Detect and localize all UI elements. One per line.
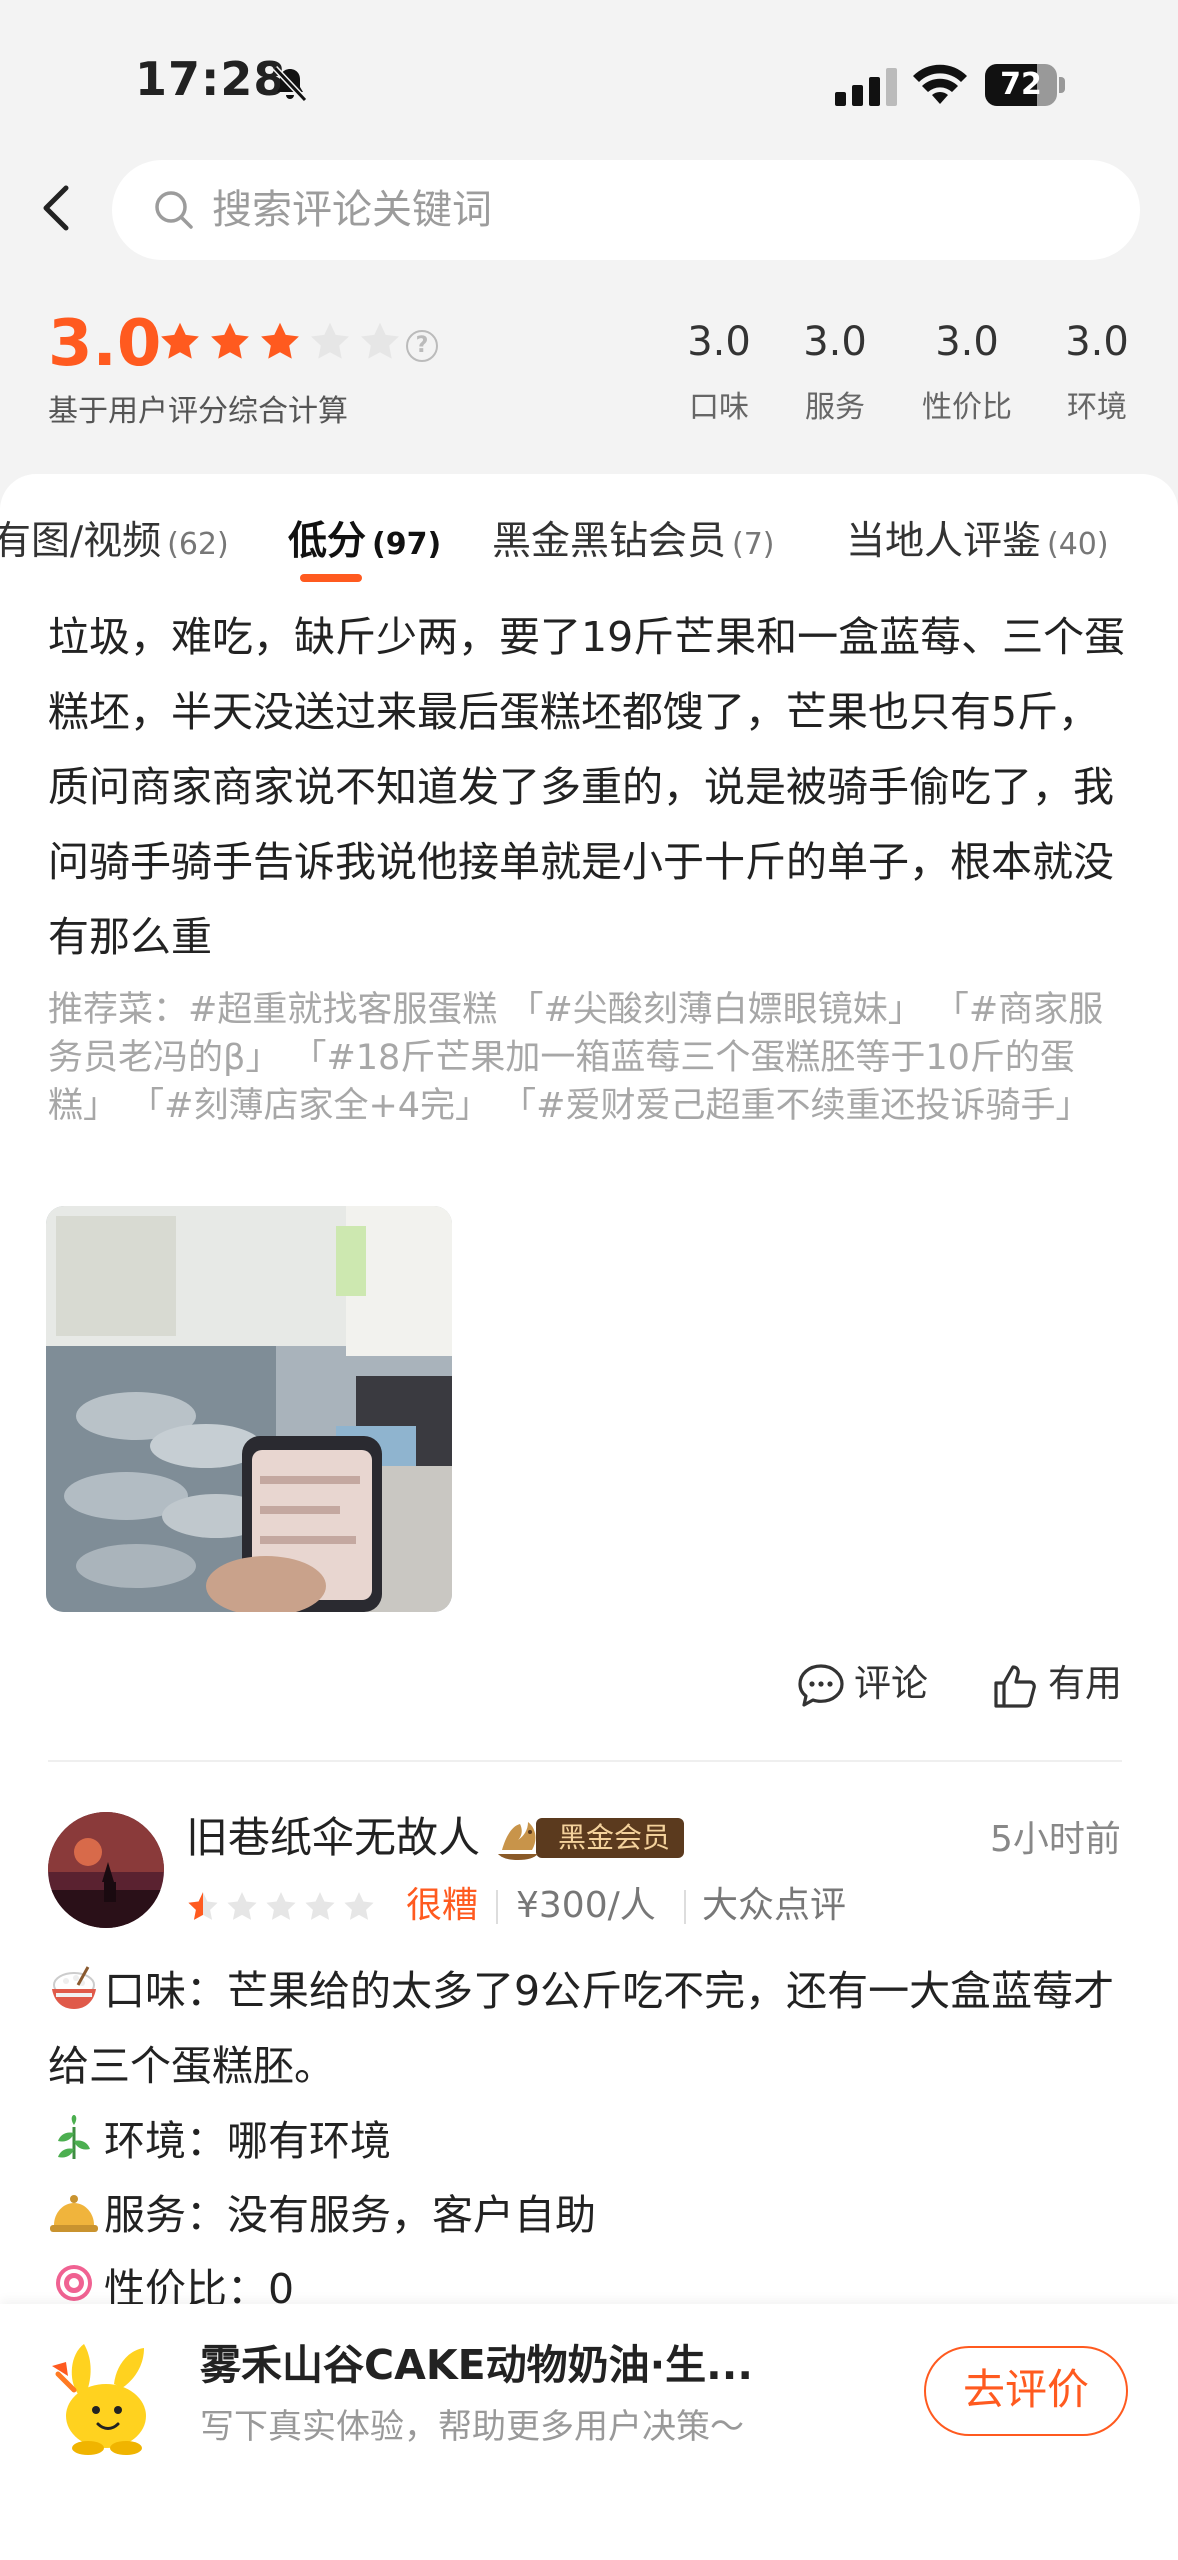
badge-label: 黑金会员 [536,1818,685,1858]
review-source: 大众点评 [702,1885,847,1926]
tab-label: 低分 [288,519,367,564]
review-hint: 写下真实体验，帮助更多用户决策～ [200,2407,744,2447]
rating-stars [158,320,408,364]
write-review-button[interactable]: 去评价 [924,2346,1128,2436]
wifi-icon [913,64,967,104]
tab-count: (7) [732,527,775,562]
rating-grade: 很糟 [406,1885,479,1926]
mascot-icon [52,2344,146,2455]
sub-score-label: 环境 [1067,390,1127,425]
review-line-text: 服务：没有服务，客户自助 [104,2191,596,2239]
sub-score-label: 口味 [689,390,749,425]
tab-label: 有图/视频 [0,519,162,564]
tab-label: 黑金黑钻会员 [492,519,727,564]
review-line-environment[interactable]: 环境：哪有环境 [48,2104,1138,2179]
review-time: 5小时前 [990,1819,1121,1860]
tab-local-reviews[interactable]: 当地人评鉴 (40) [846,516,1109,571]
review-line-text: 口味：芒果给的太多了9公斤吃不完，还有一大盒蓝莓才给三个蛋糕胚。 [48,1967,1115,2090]
search-input[interactable]: 搜索评论关键词 [112,160,1140,260]
comment-button[interactable]: 评论 [796,1656,928,1712]
star-empty-icon [227,1892,257,1920]
battery-percent: 72 [1000,67,1042,102]
star-filled-icon [188,1892,218,1920]
review-body[interactable]: 垃圾，难吃，缺斤少两，要了19斤芒果和一盒蓝莓、三个蛋糕坯，半天没送过来最后蛋糕… [48,600,1138,975]
crown-bird-icon [498,1822,538,1860]
sub-score-value: 3.0 [687,319,751,365]
back-button[interactable] [30,180,86,236]
review-line-text: 环境：哪有环境 [104,2117,391,2165]
rice-bowl-icon [52,1966,96,2009]
review-divider [48,1760,1122,1762]
signal-icon [835,68,897,106]
review-line-text: 性价比：0 [104,2265,295,2308]
shop-name[interactable]: 雾禾山谷CAKE动物奶油·生... [200,2336,753,2394]
star-filled-icon [161,322,199,359]
review-line-taste[interactable]: 口味：芒果给的太多了9公斤吃不完，还有一大盒蓝莓才给三个蛋糕胚。 [48,1954,1138,2104]
review-line-value[interactable]: 性价比：0 [48,2252,1138,2308]
comment-label: 评论 [854,1662,928,1705]
search-placeholder: 搜索评论关键词 [212,187,492,233]
sub-score-value: 3.0 [1065,319,1129,365]
tab-photo-video[interactable]: 有图/视频 (62) [0,516,229,571]
review-photo[interactable] [46,1206,452,1612]
star-filled-icon [211,322,249,359]
sub-score-label: 服务 [805,390,865,425]
active-tab-indicator [300,574,362,582]
reviewer-rating-stars [186,1890,381,1924]
separator [496,1890,498,1924]
sub-score-value-for-money: 3.0 性价比 [912,316,1022,426]
sub-score-service: 3.0 服务 [780,316,890,426]
rating-caption: 基于用户评分综合计算 [48,394,348,429]
tab-count: (40) [1047,527,1109,562]
thumbs-up-icon [994,1664,1036,1708]
star-empty-icon [266,1892,296,1920]
comment-icon [798,1663,844,1707]
tab-label: 当地人评鉴 [846,519,1042,564]
sub-score-value: 3.0 [935,319,999,365]
sub-score-value: 3.0 [803,319,867,365]
avatar[interactable] [48,1812,164,1928]
star-empty-icon [305,1892,335,1920]
price-per-person: ¥300/人 [516,1885,656,1926]
sub-score-environment: 3.0 环境 [1042,316,1152,426]
tab-count: (97) [372,527,442,562]
search-icon [155,191,193,229]
status-time: 17:28 [135,52,287,106]
star-empty-icon [361,322,399,359]
bell-muted-icon [272,65,308,103]
recommended-dishes[interactable]: 推荐菜：#超重就找客服蛋糕 「#尖酸刻薄白嫖眼镜妹」 「#商家服务员老冯的β」 … [48,986,1138,1130]
useful-label: 有用 [1048,1662,1122,1705]
bell-icon [50,2195,98,2232]
battery-indicator: 72 [985,64,1067,106]
star-filled-icon [261,322,299,359]
star-empty-icon [311,322,349,359]
separator [684,1890,686,1924]
reviewer-name[interactable]: 旧巷纸伞无故人 [186,1808,480,1868]
star-empty-icon [344,1892,374,1920]
leaf-icon [58,2115,90,2159]
overall-score: 3.0 [48,307,162,381]
help-icon[interactable]: ? [406,330,438,362]
lollipop-icon [56,2265,92,2301]
tab-low-score[interactable]: 低分 (97) [288,516,441,571]
sub-score-label: 性价比 [922,390,1012,425]
tab-count: (62) [167,527,229,562]
tab-black-gold-members[interactable]: 黑金黑钻会员 (7) [492,516,775,571]
useful-button[interactable]: 有用 [990,1656,1122,1712]
sub-score-taste: 3.0 口味 [664,316,774,426]
review-line-service[interactable]: 服务：没有服务，客户自助 [48,2178,1138,2253]
